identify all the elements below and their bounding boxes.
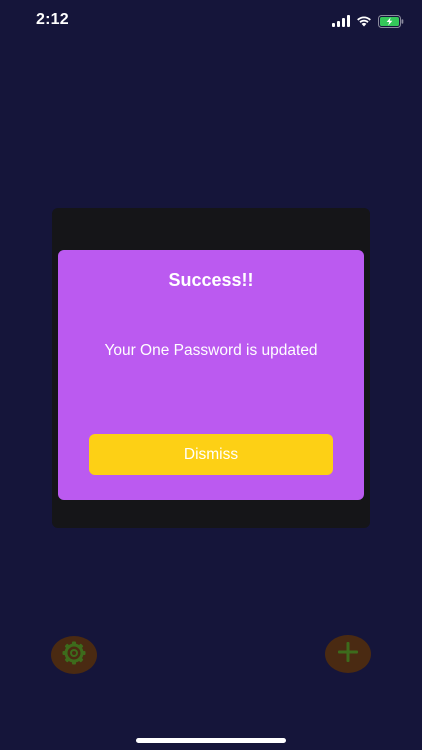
success-modal: Success!! Your One Password is updated D…	[58, 250, 364, 500]
plus-icon	[336, 640, 360, 669]
screen: 2:12 Success!! Your One Password is upda…	[0, 0, 422, 750]
settings-button[interactable]	[51, 636, 97, 674]
status-time: 2:12	[36, 11, 69, 28]
add-button[interactable]	[325, 635, 371, 673]
gear-icon	[61, 640, 87, 671]
home-indicator[interactable]	[136, 738, 286, 743]
dismiss-button[interactable]: Dismiss	[89, 434, 333, 475]
status-icons	[332, 13, 404, 29]
battery-charging-icon	[378, 14, 404, 28]
modal-title: Success!!	[168, 270, 254, 290]
cellular-signal-icon	[332, 15, 350, 27]
wifi-icon	[356, 15, 372, 27]
modal-message: Your One Password is updated	[104, 342, 318, 359]
status-bar: 2:12	[0, 0, 422, 44]
